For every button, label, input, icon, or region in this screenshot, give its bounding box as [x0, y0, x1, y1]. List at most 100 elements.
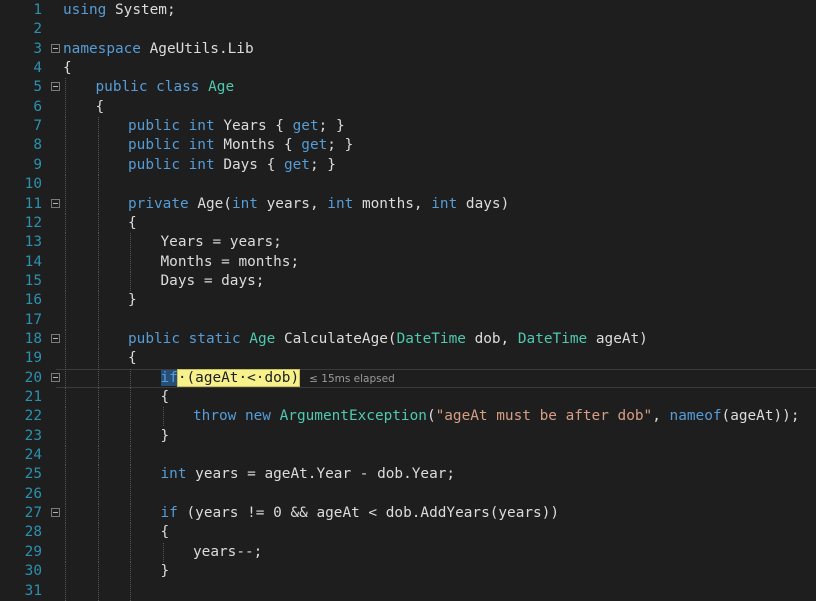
code-line[interactable]: 13 Years = years; — [0, 233, 816, 253]
code-line[interactable]: 5 public class Age — [0, 78, 816, 98]
code-text: public int Years { get; } — [128, 117, 345, 136]
code-token: years, — [257, 195, 328, 212]
code-token: { — [128, 350, 137, 367]
code-token: { — [160, 389, 170, 405]
code-line[interactable]: 27 if (years != 0 && ageAt < dob.AddYears… — [0, 504, 816, 524]
code-line[interactable]: 6{ — [0, 97, 816, 117]
collapse-icon[interactable] — [51, 198, 60, 208]
keyword-token: if — [160, 505, 178, 522]
keyword-token: public static — [128, 330, 250, 347]
line-number: 13 — [24, 234, 42, 251]
indent-guide — [97, 581, 99, 601]
indent-guide — [65, 542, 66, 562]
keyword-token: int — [160, 466, 187, 483]
code-token: ; } — [309, 156, 336, 173]
code-token: years--; — [193, 543, 263, 560]
keyword-token: private — [128, 195, 198, 212]
indent-guide — [97, 523, 99, 543]
collapse-icon[interactable] — [51, 333, 60, 343]
code-token: ageAt) — [587, 330, 648, 347]
code-line[interactable]: 12 { — [0, 213, 816, 233]
code-token: System; — [106, 2, 176, 18]
code-line[interactable]: 4{ — [0, 59, 816, 78]
code-line[interactable]: 19 { — [0, 349, 816, 369]
code-line[interactable]: 16} — [0, 291, 816, 311]
code-line[interactable]: 22 throw new ArgumentException("ageAt mus… — [0, 407, 816, 427]
code-text: private Age(int years, int months, int d… — [128, 195, 509, 214]
code-text: throw new ArgumentException("ageAt must … — [193, 407, 800, 426]
code-line[interactable]: 9 public int Days { get; } — [0, 155, 816, 175]
keyword-token: int — [431, 195, 458, 212]
code-line[interactable]: 26 — [0, 484, 816, 504]
code-line[interactable]: 8 public int Months { get; } — [0, 136, 816, 156]
code-token: dob, — [465, 330, 518, 347]
line-number: 9 — [33, 156, 42, 173]
code-line[interactable]: 29 years--; — [0, 542, 816, 562]
indent-guide — [130, 252, 131, 272]
line-number: 28 — [24, 524, 42, 541]
code-text: years--; — [193, 543, 262, 562]
code-line[interactable]: 1 using System; — [0, 1, 816, 20]
code-token: { — [95, 98, 105, 115]
indent-guide — [97, 542, 99, 562]
code-line[interactable]: 25 int years = ageAt.Year - dob.Year; — [0, 465, 816, 485]
collapse-icon[interactable] — [51, 372, 60, 382]
code-text: { — [128, 349, 137, 368]
indent-guide — [65, 194, 66, 214]
line-number: 30 — [24, 563, 42, 580]
code-line[interactable]: 21 { — [0, 388, 816, 407]
collapse-icon[interactable] — [51, 43, 60, 53]
indent-guide — [130, 581, 131, 601]
code-token: } — [160, 563, 170, 580]
collapse-icon[interactable] — [51, 508, 60, 518]
code-line[interactable]: 20 if·(ageAt·<·dob) ≤ 15ms elapsed — [0, 368, 816, 388]
indent-guide — [65, 175, 66, 195]
indent-guide — [65, 581, 66, 601]
line-number: 27 — [24, 505, 42, 522]
indent-guide — [65, 407, 66, 427]
indent-guide — [97, 329, 99, 349]
indent-guide — [65, 329, 66, 349]
code-line[interactable]: 3 namespace AgeUtils.Lib — [0, 40, 816, 59]
code-text: public int Months { get; } — [128, 136, 353, 155]
indent-guide — [65, 136, 66, 156]
keyword-token: public class — [95, 79, 209, 96]
indent-guide — [97, 484, 99, 504]
code-line[interactable]: 15 Days = days; — [0, 271, 816, 291]
code-line[interactable]: 14 Months = months; — [0, 252, 816, 272]
code-line[interactable]: 11 private Age(int years, int months, int… — [0, 194, 816, 214]
code-editor[interactable]: 1 using System; 2 3 namespace AgeUtils.Lib 4{… — [0, 0, 816, 601]
keyword-token: public int — [128, 118, 224, 135]
code-token: { — [63, 60, 72, 77]
code-token: CalculateAge( — [275, 330, 397, 347]
indent-guide — [130, 523, 131, 543]
code-text: { — [161, 388, 170, 407]
code-token: { — [160, 524, 170, 541]
line-number: 7 — [33, 118, 42, 135]
line-number: 12 — [24, 214, 42, 231]
code-line[interactable]: 18 public static Age CalculateAge(DateTim… — [0, 329, 816, 349]
indent-guide — [97, 426, 99, 446]
code-line[interactable]: 10 — [0, 175, 816, 195]
code-line[interactable]: 2 — [0, 20, 816, 39]
indent-guide — [97, 233, 99, 253]
code-line[interactable]: 31 — [0, 581, 816, 601]
code-token: Years { — [223, 118, 293, 135]
code-line[interactable]: 17 — [0, 310, 816, 330]
code-line[interactable]: 24 — [0, 446, 816, 466]
indent-guide — [65, 233, 66, 253]
indent-guide — [97, 368, 99, 388]
code-token: Days = days; — [160, 272, 265, 289]
code-text: public static Age CalculateAge(DateTime … — [128, 330, 648, 349]
code-line[interactable]: 28 { — [0, 523, 816, 543]
indent-guide — [130, 426, 131, 446]
code-line[interactable]: 23} — [0, 426, 816, 446]
code-token: days) — [457, 195, 510, 212]
collapse-icon[interactable] — [51, 82, 60, 92]
indent-guide — [130, 271, 131, 291]
indent-guide — [130, 484, 131, 504]
line-number: 14 — [24, 253, 42, 270]
code-line[interactable]: 30} — [0, 562, 816, 582]
indent-guide — [65, 310, 66, 330]
code-line[interactable]: 7 public int Years { get; } — [0, 117, 816, 137]
